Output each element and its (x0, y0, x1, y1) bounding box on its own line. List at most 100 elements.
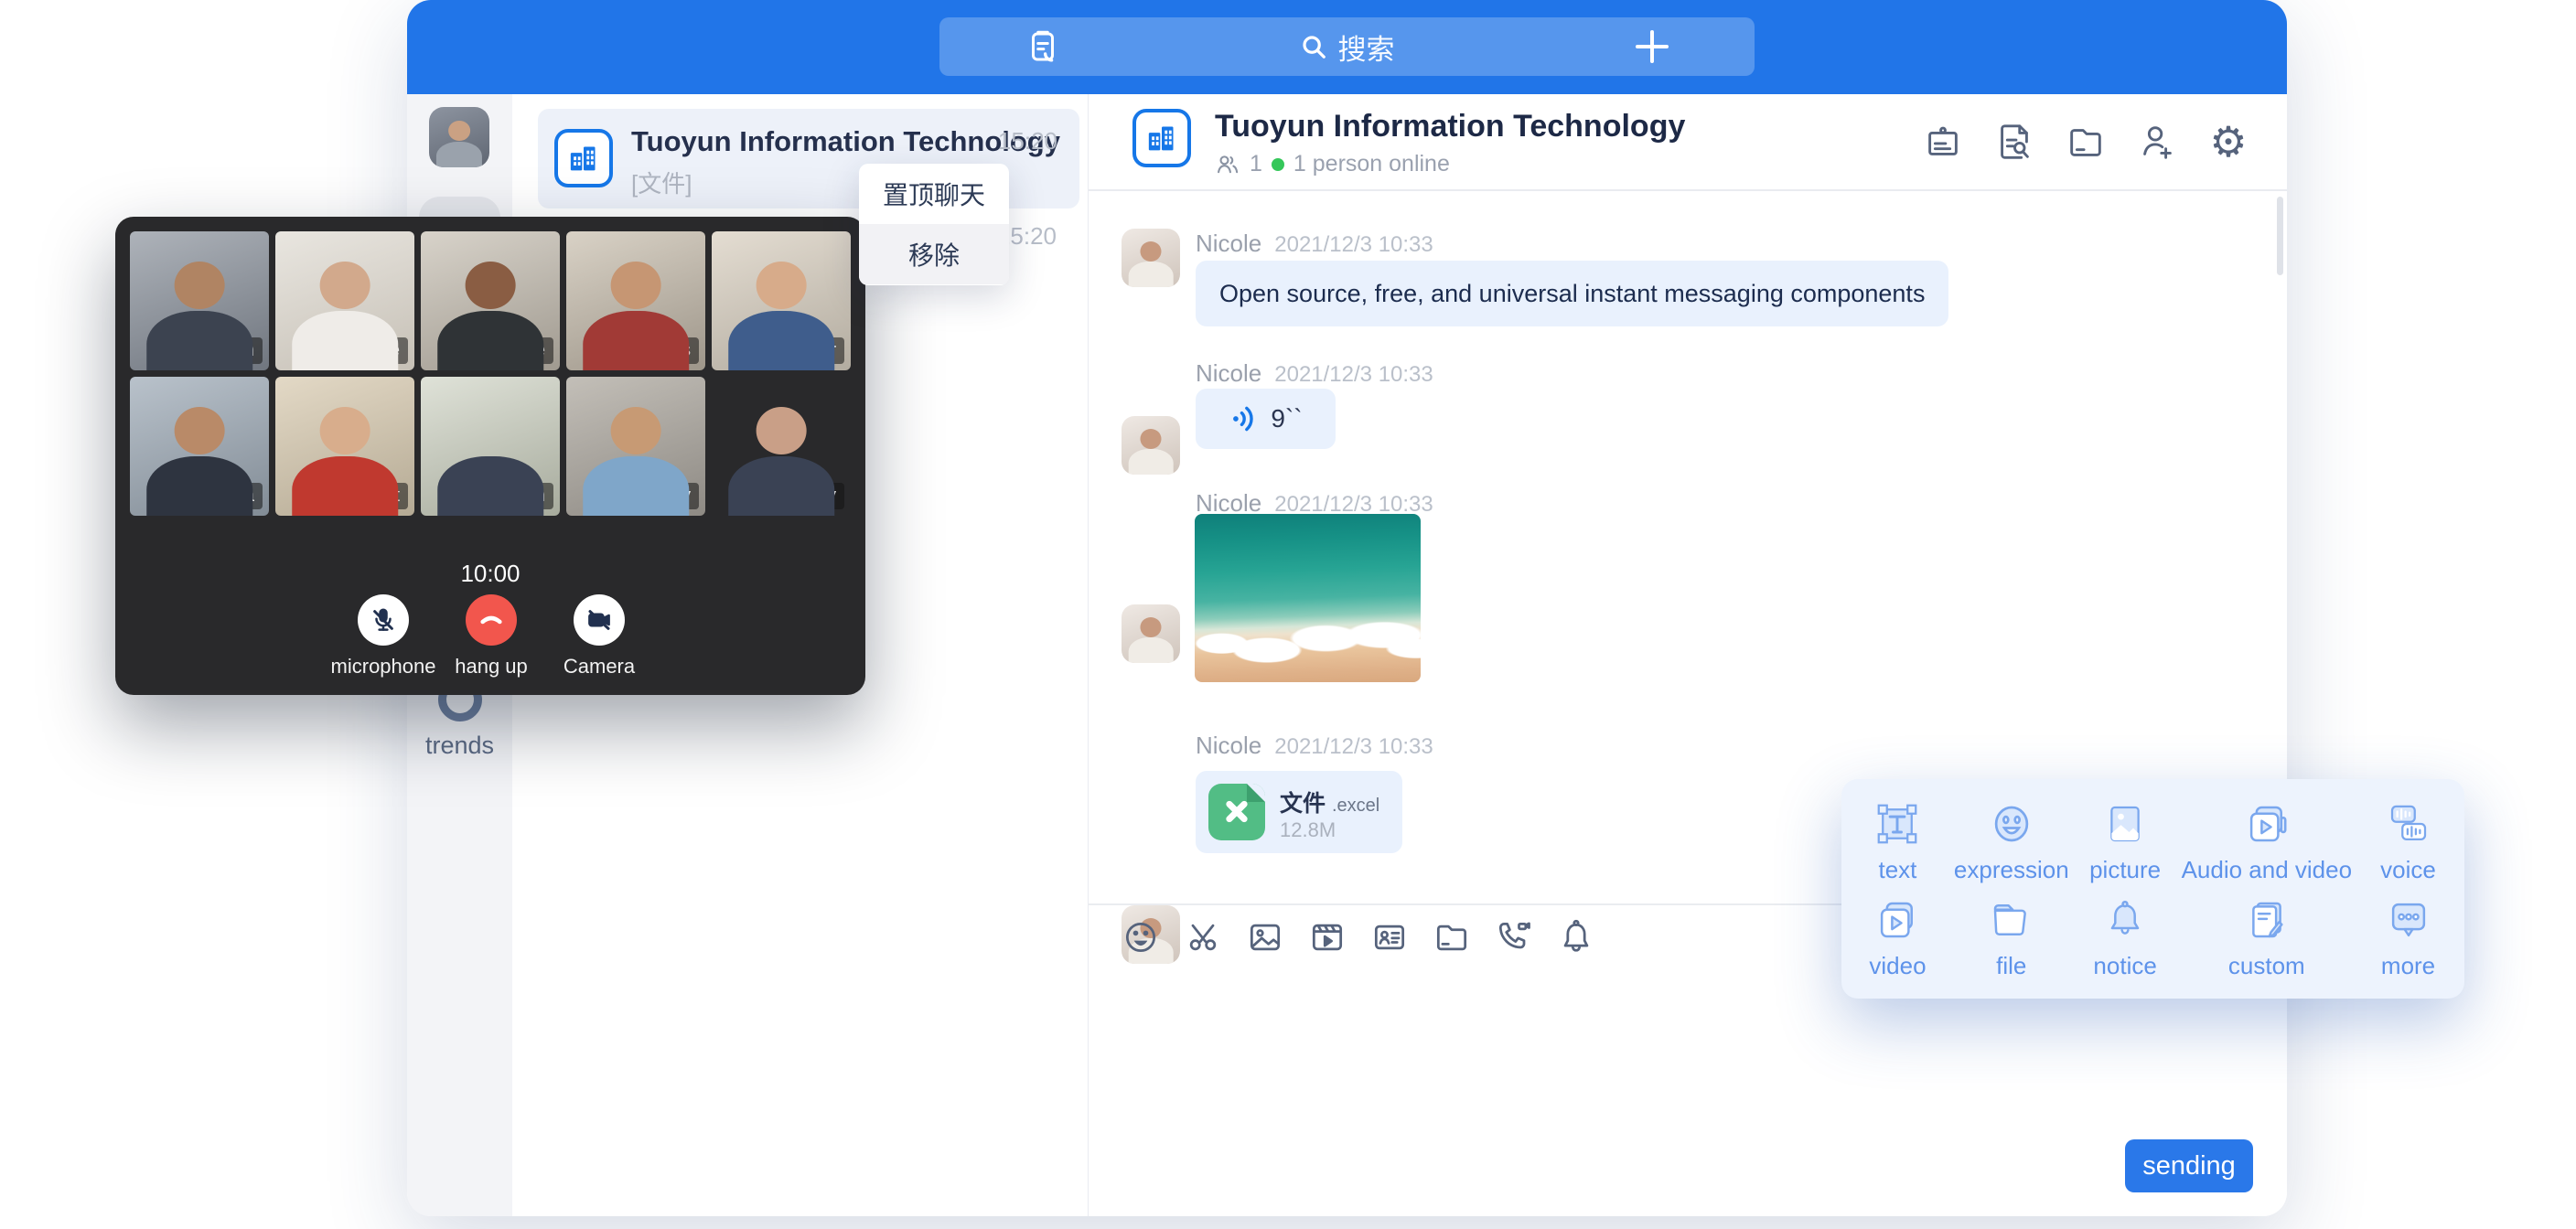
hangup-button[interactable]: hang up (466, 594, 517, 679)
video-icon[interactable] (1306, 916, 1348, 958)
participant-name: ernest (340, 483, 408, 509)
panel-item-picture[interactable]: picture (2069, 794, 2182, 890)
add-member-icon[interactable] (2135, 120, 2179, 164)
send-label: sending (2142, 1151, 2236, 1181)
emoji-icon[interactable] (1120, 916, 1162, 958)
screenshot-icon[interactable] (1182, 916, 1224, 958)
panel-item-notice[interactable]: notice (2069, 890, 2182, 986)
call-timer: 10:00 (115, 560, 865, 588)
sender-name: Nicole (1196, 230, 1261, 257)
search-bar[interactable]: 搜索 (939, 17, 1755, 76)
member-count: 1 (1250, 151, 1262, 177)
microphone-muted-icon (370, 606, 397, 634)
audio-wave-icon (1229, 403, 1260, 434)
participant-name: patton (195, 337, 263, 364)
panel-item-label: voice (2380, 856, 2436, 884)
file-ext: .excel (1332, 796, 1379, 816)
camera-button[interactable]: Camera (574, 594, 625, 679)
participant-tile: Anthony (566, 377, 705, 516)
panel-item-text[interactable]: text (1841, 794, 1954, 890)
video-icon (1873, 895, 1922, 945)
conversation-title: Tuoyun Information Technology (631, 125, 1060, 158)
message-time: 2021/12/3 10:33 (1274, 232, 1433, 257)
chat-title: Tuoyun Information Technology (1215, 109, 1685, 144)
panel-item-more[interactable]: more (2352, 890, 2464, 986)
panel-item-label: video (1869, 952, 1926, 980)
participant-tile: zole (421, 231, 560, 370)
participant-tile: aldrich (421, 377, 560, 516)
panel-item-file[interactable]: file (1954, 890, 2069, 986)
message-meta: Nicole 2021/12/3 10:33 (1196, 732, 1433, 760)
menu-item-pin-chat[interactable]: 置顶聊天 (859, 164, 1009, 224)
panel-item-audio-video[interactable]: Audio and video (2182, 794, 2352, 890)
contact-card-icon[interactable] (1368, 916, 1411, 958)
message-meta: Nicole 2021/12/3 10:33 (1196, 230, 1433, 258)
panel-item-expression[interactable]: expression (1954, 794, 2069, 890)
control-label: Camera (564, 655, 635, 679)
panel-item-video[interactable]: video (1841, 890, 1954, 986)
audio-message-bubble[interactable]: 9`` (1196, 389, 1336, 449)
search-area[interactable]: 搜索 (939, 17, 1755, 76)
avatar-nicole[interactable] (1122, 604, 1180, 663)
panel-item-label: picture (2089, 856, 2161, 884)
notice-icon (2100, 895, 2150, 945)
file-name: 文件 .excel (1280, 785, 1379, 818)
microphone-button[interactable]: microphone (358, 594, 409, 679)
panel-item-label: text (1879, 856, 1917, 884)
message-time: 2021/12/3 10:33 (1274, 492, 1433, 517)
participant-tile: stellar (712, 231, 851, 370)
group-file-icon[interactable] (2064, 120, 2108, 164)
announcement-board-icon[interactable] (1921, 120, 1965, 164)
sender-name: Nicole (1196, 359, 1261, 387)
video-call-icon[interactable] (1493, 916, 1535, 958)
participant-name: aldrich (483, 483, 553, 509)
chat-header-tools: ⚙ (1921, 120, 2250, 164)
video-call-overlay: patton Nicole zole venus stellar danika … (115, 217, 865, 695)
participant-grid: patton Nicole zole venus stellar danika … (130, 231, 851, 516)
file-message-card[interactable]: 文件 .excel 12.8M (1196, 771, 1402, 853)
participant-tile: patton (130, 231, 269, 370)
panel-item-voice[interactable]: voice (2352, 794, 2464, 890)
participant-name: stellar (779, 337, 844, 364)
call-controls: microphone hang up Camera (358, 594, 625, 679)
avatar-nicole[interactable] (1122, 416, 1180, 475)
panel-item-label: notice (2093, 952, 2156, 980)
folder-icon[interactable] (1431, 916, 1473, 958)
search-icon (1300, 33, 1327, 60)
message-text: Open source, free, and universal instant… (1219, 280, 1925, 307)
menu-item-remove[interactable]: 移除 (859, 224, 1009, 284)
send-button[interactable]: sending (2125, 1139, 2253, 1192)
participant-name: venus (634, 337, 699, 364)
user-avatar[interactable] (429, 107, 489, 167)
image-icon[interactable] (1244, 916, 1286, 958)
conversation-time: 15:20 (998, 127, 1057, 155)
image-message-beach[interactable] (1195, 514, 1421, 682)
chat-scrollbar[interactable] (2277, 197, 2283, 275)
plus-icon[interactable] (1634, 28, 1670, 65)
participant-name: Nicole (340, 337, 408, 364)
panel-item-custom[interactable]: custom (2182, 890, 2352, 986)
picture-icon (2100, 799, 2150, 849)
message-time: 2021/12/3 10:33 (1274, 734, 1433, 759)
audio-duration: 9`` (1271, 404, 1302, 433)
notification-icon[interactable] (1555, 916, 1597, 958)
online-text: 1 person online (1293, 151, 1450, 177)
custom-icon (2242, 895, 2292, 945)
trends-label: trends (407, 732, 512, 760)
sender-name: Nicole (1196, 732, 1261, 759)
expression-icon (1987, 799, 2036, 849)
participant-name: gary (792, 483, 844, 509)
top-bar: 搜索 (407, 0, 2287, 94)
panel-item-label: more (2381, 952, 2435, 980)
participant-tile: ernest (275, 377, 414, 516)
participant-tile: Nicole (275, 231, 414, 370)
control-label: hang up (455, 655, 528, 679)
settings-gear-icon[interactable]: ⚙ (2206, 120, 2250, 164)
avatar-nicole[interactable] (1122, 229, 1180, 287)
message-time: 2021/12/3 10:33 (1274, 362, 1433, 387)
panel-item-label: custom (2228, 952, 2305, 980)
company-building-icon (554, 129, 613, 187)
chat-status: 1 1 person online (1215, 151, 1450, 177)
participant-tile: venus (566, 231, 705, 370)
chat-history-search-icon[interactable] (1992, 120, 2036, 164)
